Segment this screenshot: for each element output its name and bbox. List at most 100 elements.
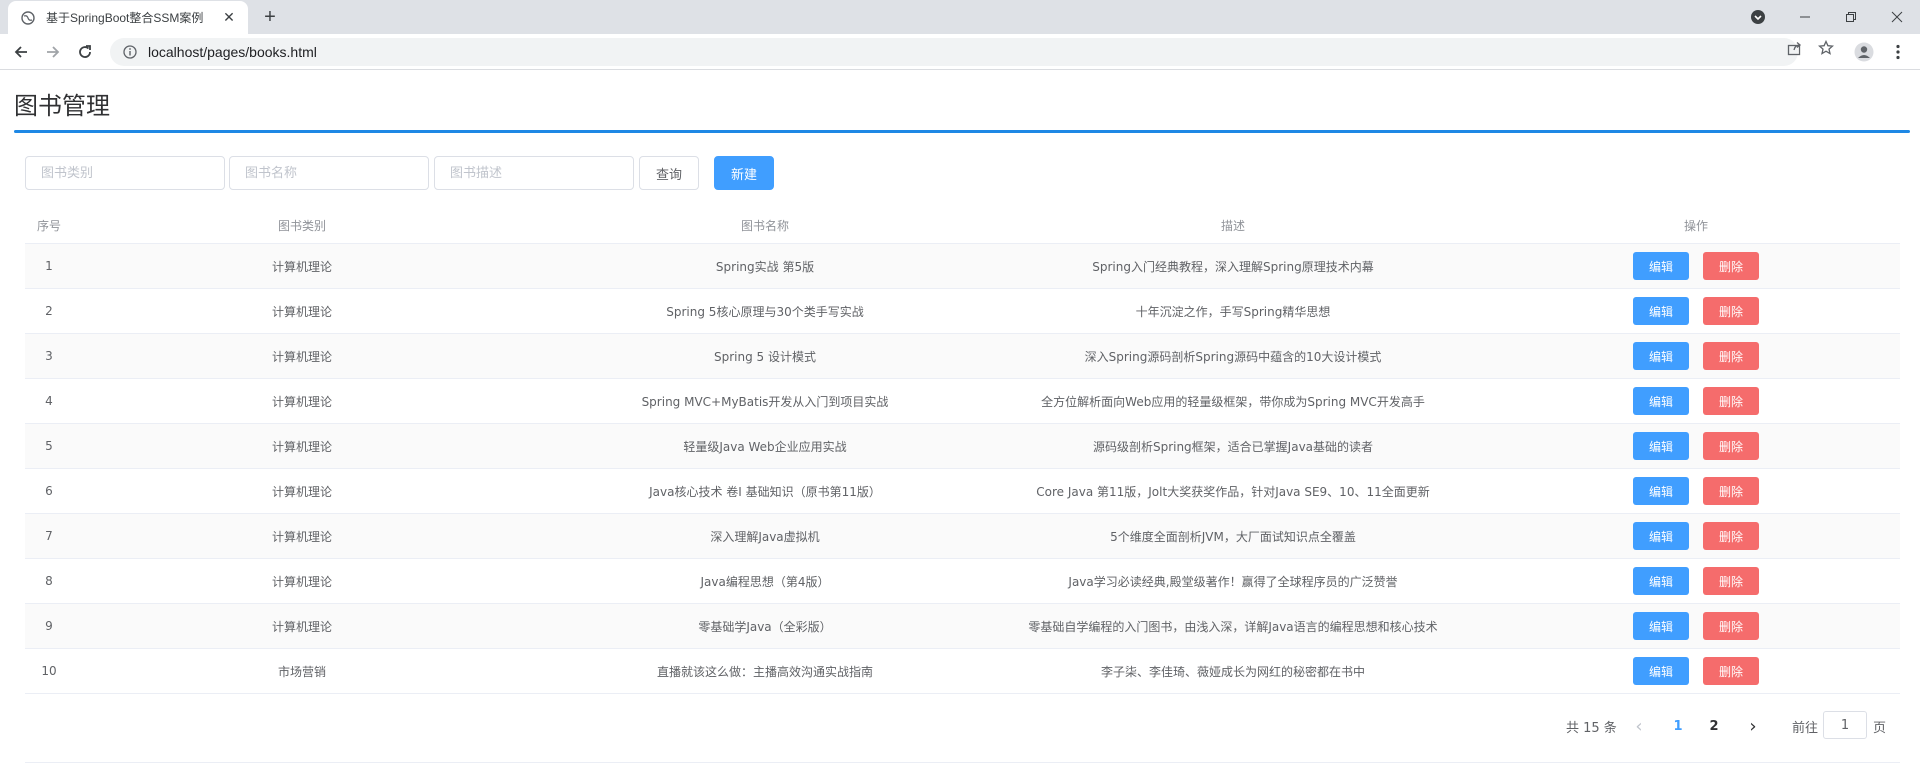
minimize-icon[interactable] (1782, 0, 1828, 34)
bottom-divider (25, 762, 1900, 763)
new-book-button[interactable]: 新建 (714, 156, 774, 190)
row-description: 李子柒、李佳琦、薇娅成长为网红的秘密都在书中 (1100, 664, 1365, 679)
row-index: 6 (45, 484, 53, 498)
page-title: 图书管理 (14, 92, 110, 120)
row-index: 4 (45, 394, 53, 408)
more-menu-icon[interactable] (1886, 40, 1910, 64)
delete-button[interactable]: 删除 (1703, 252, 1759, 280)
edit-button[interactable]: 编辑 (1633, 522, 1689, 550)
edit-button[interactable]: 编辑 (1633, 477, 1689, 505)
row-name: 直播就该这么做：主播高效沟通实战指南 (656, 664, 873, 679)
row-type: 计算机理论 (271, 529, 332, 544)
share-icon[interactable] (1784, 38, 1804, 58)
profile-avatar-icon[interactable] (1852, 40, 1876, 64)
total-count: 共 15 条 (1566, 720, 1617, 736)
new-tab-button[interactable]: + (258, 5, 282, 29)
row-index: 8 (45, 574, 53, 588)
table-row: 10 市场营销 直播就该这么做：主播高效沟通实战指南 李子柒、李佳琦、薇娅成长为网红的… (25, 649, 1900, 694)
row-index: 9 (45, 619, 53, 633)
row-index: 5 (45, 439, 53, 453)
row-type: 计算机理论 (271, 304, 332, 319)
header-actions: 操作 (1683, 219, 1708, 233)
delete-button[interactable]: 删除 (1703, 432, 1759, 460)
row-type: 计算机理论 (271, 619, 332, 634)
books-table: 序号 图书类别 图书名称 描述 操作 1 计算机理论 Spring实战 第5版 Spr… (25, 208, 1900, 694)
book-type-input[interactable] (25, 156, 225, 190)
row-name: Java编程思想（第4版） (700, 574, 830, 589)
goto-page-input[interactable] (1823, 711, 1867, 739)
delete-button[interactable]: 删除 (1703, 387, 1759, 415)
row-description: Java学习必读经典,殿堂级著作！赢得了全球程序员的广泛赞誉 (1068, 574, 1398, 589)
row-description: Spring入门经典教程，深入理解Spring原理技术内幕 (1092, 259, 1374, 274)
delete-button[interactable]: 删除 (1703, 522, 1759, 550)
edit-button[interactable]: 编辑 (1633, 432, 1689, 460)
edit-button[interactable]: 编辑 (1633, 567, 1689, 595)
edit-button[interactable]: 编辑 (1633, 387, 1689, 415)
delete-button[interactable]: 删除 (1703, 297, 1759, 325)
table-body: 1 计算机理论 Spring实战 第5版 Spring入门经典教程，深入理解Sprin… (25, 244, 1900, 694)
close-tab-icon[interactable]: ✕ (220, 9, 238, 27)
page-2-button[interactable]: 2 (1699, 712, 1729, 740)
address-bar[interactable]: localhost/pages/books.html (110, 38, 1798, 66)
delete-button[interactable]: 删除 (1703, 342, 1759, 370)
row-actions: 编辑 删除 (1467, 244, 1920, 288)
row-type: 计算机理论 (271, 484, 332, 499)
row-description: 十年沉淀之作，手写Spring精华思想 (1135, 304, 1331, 319)
browser-tab[interactable]: 基于SpringBoot整合SSM案例 ✕ (8, 1, 248, 34)
delete-button[interactable]: 删除 (1703, 657, 1759, 685)
goto-suffix: 页 (1873, 720, 1887, 736)
bookmark-star-icon[interactable] (1816, 38, 1836, 58)
next-page-icon[interactable]: › (1738, 712, 1768, 740)
book-name-input[interactable] (229, 156, 429, 190)
table-row: 4 计算机理论 Spring MVC+MyBatis开发从入门到项目实战 全方位解析面… (25, 379, 1900, 424)
edit-button[interactable]: 编辑 (1633, 297, 1689, 325)
row-actions: 编辑 删除 (1467, 289, 1920, 333)
row-name: Spring MVC+MyBatis开发从入门到项目实战 (641, 394, 889, 409)
forward-arrow-icon[interactable] (41, 40, 65, 64)
tab-search-icon[interactable] (1748, 7, 1768, 27)
table-row: 8 计算机理论 Java编程思想（第4版） Java学习必读经典,殿堂级著作！赢得了全… (25, 559, 1900, 604)
header-description: 描述 (1220, 219, 1245, 233)
row-name: Spring 5核心原理与30个类手写实战 (666, 304, 864, 319)
browser-tab-strip: 基于SpringBoot整合SSM案例 ✕ + (0, 0, 1920, 34)
table-row: 5 计算机理论 轻量级Java Web企业应用实战 源码级剖析Spring框架，适合已… (25, 424, 1900, 469)
row-index: 1 (45, 259, 53, 273)
edit-button[interactable]: 编辑 (1633, 252, 1689, 280)
info-icon[interactable] (122, 44, 138, 60)
edit-button[interactable]: 编辑 (1633, 612, 1689, 640)
delete-button[interactable]: 删除 (1703, 612, 1759, 640)
edit-button[interactable]: 编辑 (1633, 657, 1689, 685)
row-actions: 编辑 删除 (1467, 424, 1920, 468)
row-type: 计算机理论 (271, 439, 332, 454)
restore-icon[interactable] (1828, 0, 1874, 34)
delete-button[interactable]: 删除 (1703, 567, 1759, 595)
book-description-input[interactable] (434, 156, 634, 190)
reload-icon[interactable] (73, 40, 97, 64)
row-type: 计算机理论 (271, 349, 332, 364)
title-divider (14, 130, 1910, 133)
row-name: 轻量级Java Web企业应用实战 (683, 439, 847, 454)
delete-button[interactable]: 删除 (1703, 477, 1759, 505)
header-type: 图书类别 (277, 219, 326, 233)
query-button[interactable]: 查询 (639, 156, 699, 190)
row-description: 深入Spring源码剖析Spring源码中蕴含的10大设计模式 (1084, 349, 1382, 364)
row-actions: 编辑 删除 (1467, 469, 1920, 513)
page-1-button[interactable]: 1 (1663, 712, 1693, 740)
row-name: Java核心技术 卷I 基础知识（原书第11版） (649, 484, 881, 499)
table-row: 9 计算机理论 零基础学Java（全彩版） 零基础自学编程的入门图书，由浅入深，详解J… (25, 604, 1900, 649)
globe-icon (20, 10, 36, 26)
row-actions: 编辑 删除 (1467, 559, 1920, 603)
edit-button[interactable]: 编辑 (1633, 342, 1689, 370)
close-window-icon[interactable] (1874, 0, 1920, 34)
table-row: 2 计算机理论 Spring 5核心原理与30个类手写实战 十年沉淀之作，手写Spri… (25, 289, 1900, 334)
prev-page-icon[interactable]: ‹ (1624, 712, 1654, 740)
table-header-row: 序号 图书类别 图书名称 描述 操作 (25, 208, 1900, 244)
row-description: 5个维度全面剖析JVM，大厂面试知识点全覆盖 (1110, 529, 1356, 544)
address-toolbar: localhost/pages/books.html (0, 34, 1920, 70)
row-index: 2 (45, 304, 53, 318)
table-row: 1 计算机理论 Spring实战 第5版 Spring入门经典教程，深入理解Sprin… (25, 244, 1900, 289)
tab-title: 基于SpringBoot整合SSM案例 (46, 11, 204, 25)
row-index: 7 (45, 529, 53, 543)
row-name: 深入理解Java虚拟机 (710, 529, 820, 544)
back-arrow-icon[interactable] (9, 40, 33, 64)
